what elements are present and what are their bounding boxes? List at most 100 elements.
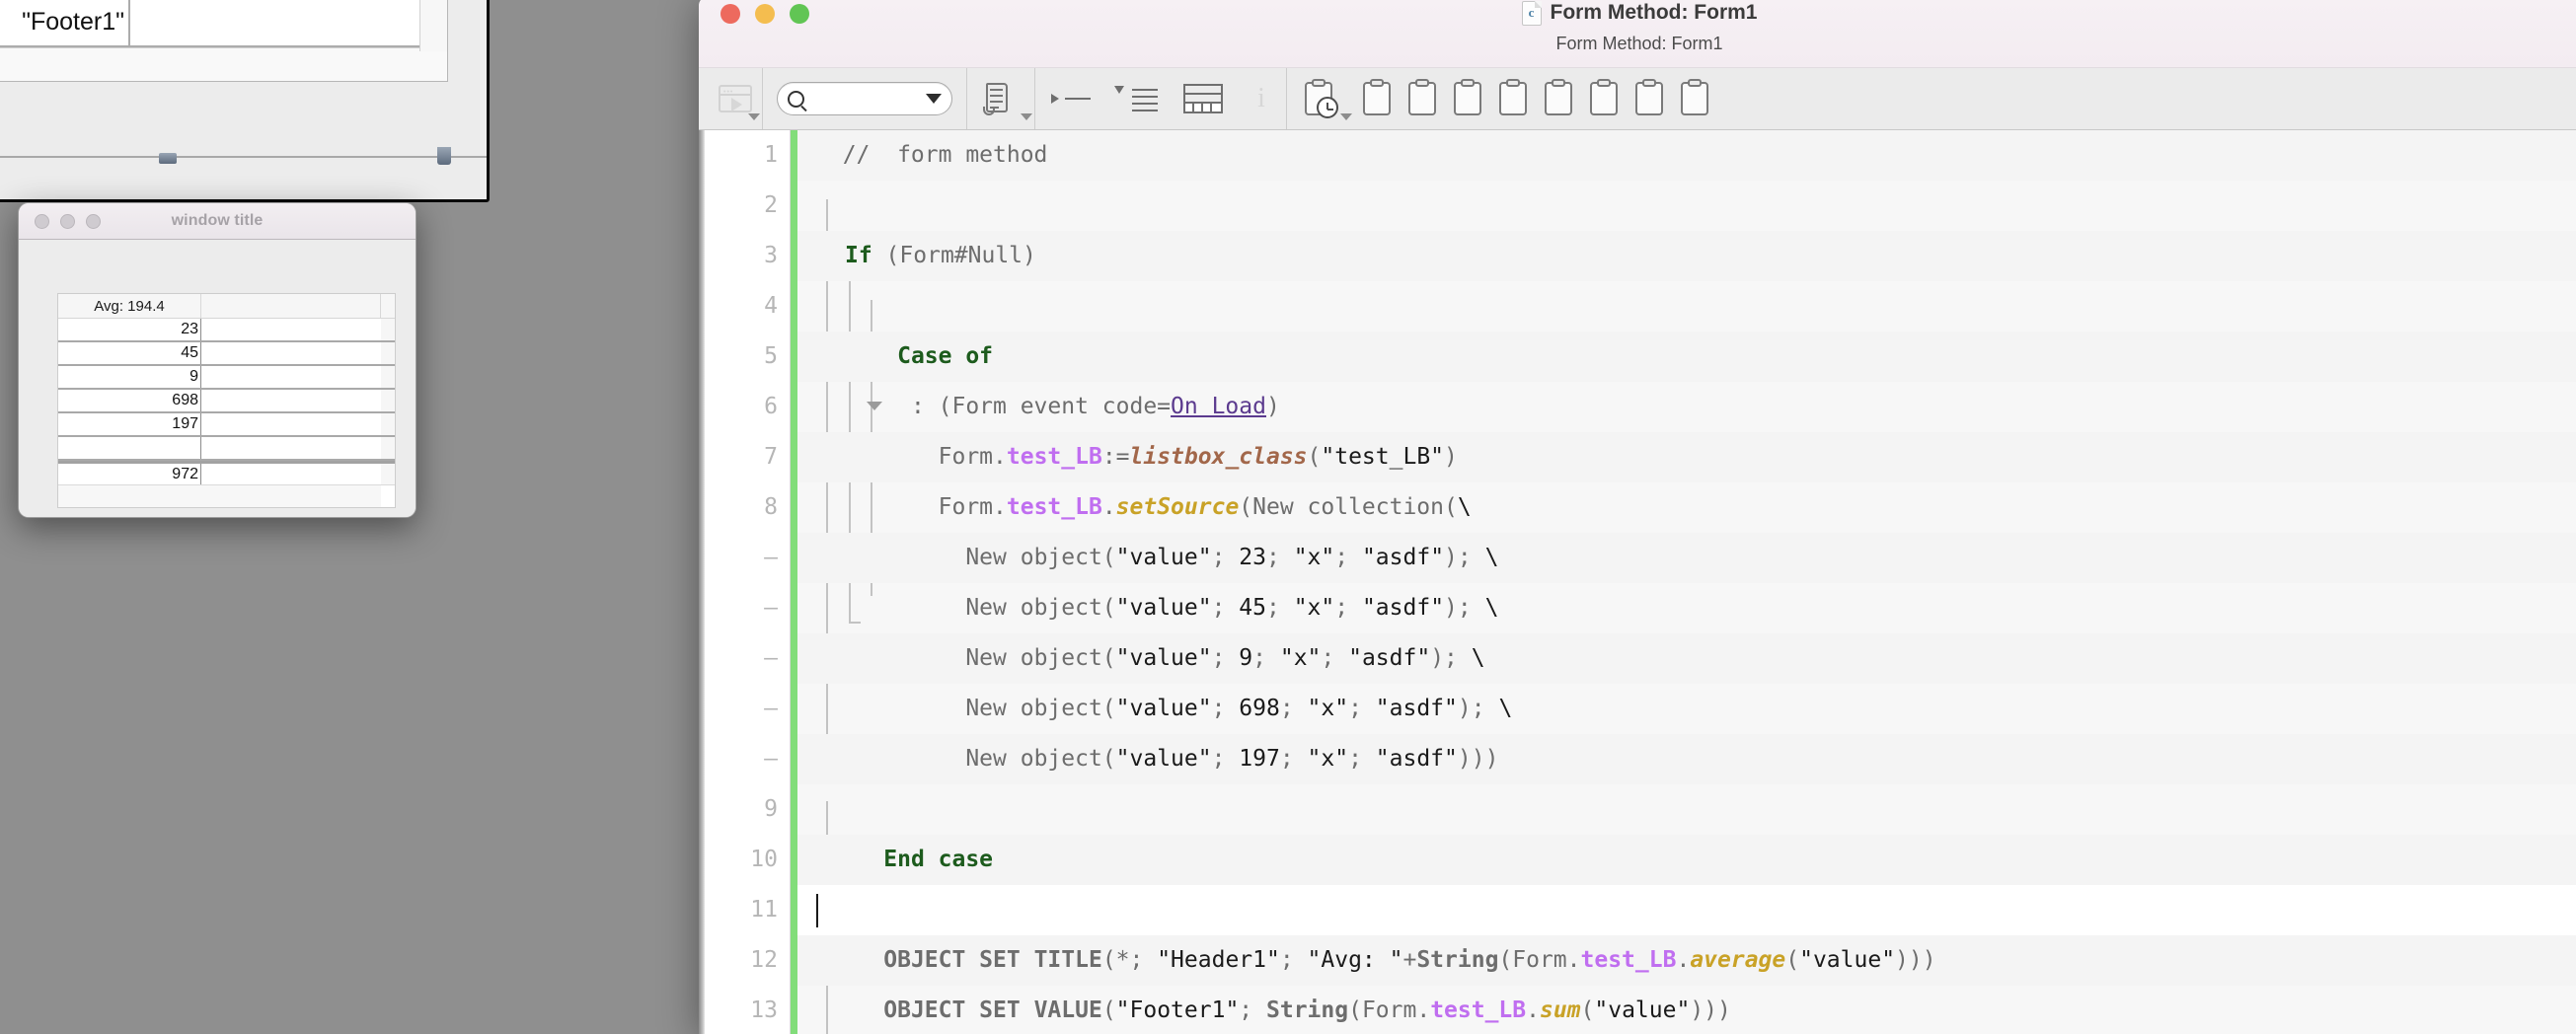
- chevron-down-icon[interactable]: [926, 94, 942, 104]
- code-editor-window[interactable]: c Form Method: Form1 Form Method: Form1 …: [699, 0, 2576, 1034]
- clipboard-slot-4[interactable]: [1490, 68, 1536, 129]
- listbox-header-row[interactable]: Avg: 194.4: [58, 294, 395, 319]
- listbox-header-col1[interactable]: Avg: 194.4: [58, 294, 201, 318]
- runtime-window-titlebar[interactable]: window title: [19, 203, 416, 240]
- clipboard-slot-7[interactable]: [1627, 68, 1672, 129]
- code-line-6[interactable]: : (Form event code=On Load): [797, 382, 2576, 432]
- list-item[interactable]: 698: [58, 390, 395, 413]
- run-form-button[interactable]: •••: [709, 68, 762, 129]
- text-cursor: [816, 894, 818, 927]
- line-number: –: [699, 633, 790, 684]
- row-scroll-gutter: [381, 342, 395, 364]
- code-line-3[interactable]: If (Form#Null): [797, 231, 2576, 281]
- form-editor-canvas[interactable]: "Footer1": [0, 0, 487, 158]
- cell-x: [201, 437, 381, 459]
- code-line-10[interactable]: End case: [797, 835, 2576, 885]
- clipboard-icon: [1363, 82, 1391, 115]
- clipboard-icon: [1681, 82, 1708, 115]
- list-item[interactable]: 9: [58, 366, 395, 390]
- clipboard-slot-8[interactable]: [1672, 68, 1717, 129]
- form-editor-statusbar: [0, 156, 487, 199]
- clipboard-history-button[interactable]: [1287, 68, 1354, 129]
- code-line-9[interactable]: [797, 784, 2576, 835]
- list-item[interactable]: [58, 437, 395, 461]
- footer-cell-value: 972: [58, 464, 201, 484]
- code-line-2[interactable]: [797, 181, 2576, 231]
- line-number-gutter[interactable]: 1 2 3 4 5 6 7 8 – – – – – 9 10 11 12 13 …: [699, 130, 791, 1034]
- toolbar-group-fold[interactable]: i: [1035, 68, 1286, 129]
- gutter-shadow: [699, 130, 705, 1034]
- row-scroll-gutter: [381, 390, 395, 411]
- code-window-titlebar[interactable]: c Form Method: Form1 Form Method: Form1: [699, 0, 2576, 68]
- cell-x: [201, 413, 381, 435]
- clipboard-slot-6[interactable]: [1581, 68, 1627, 129]
- fields-button[interactable]: [1170, 68, 1237, 129]
- cell-x: [201, 319, 381, 340]
- code-window-title-row: c Form Method: Form1: [699, 0, 2576, 27]
- code-line-5[interactable]: Case of: [797, 332, 2576, 382]
- line-number: 11: [699, 885, 790, 935]
- chevron-down-icon[interactable]: [1340, 113, 1352, 120]
- clipboard-slot-3[interactable]: [1445, 68, 1490, 129]
- code-line-12[interactable]: OBJECT SET TITLE(*; "Header1"; "Avg: "+S…: [797, 935, 2576, 986]
- macros-button[interactable]: [967, 68, 1034, 129]
- code-line-8e[interactable]: New object("value"; 197; "x"; "asdf"))): [797, 734, 2576, 784]
- code-text-body[interactable]: // form method If (Form#Null) Case of : …: [797, 130, 2576, 1034]
- code-editor-toolbar[interactable]: •••: [699, 68, 2576, 130]
- clipboard-slot-2[interactable]: [1400, 68, 1445, 129]
- search-input[interactable]: [810, 90, 926, 109]
- code-line-8d[interactable]: New object("value"; 698; "x"; "asdf"); \: [797, 684, 2576, 734]
- line-number: 2: [699, 181, 790, 231]
- row-scroll-gutter: [381, 437, 395, 459]
- clipboard-history-icon: [1305, 82, 1332, 115]
- code-line-4[interactable]: [797, 281, 2576, 332]
- code-line-11[interactable]: [797, 885, 2576, 935]
- listbox-empty-area: [58, 484, 395, 507]
- code-line-1[interactable]: // form method: [797, 130, 2576, 181]
- search-icon: [788, 91, 804, 108]
- code-line-13[interactable]: OBJECT SET VALUE("Footer1"; String(Form.…: [797, 986, 2576, 1034]
- form-editor-window[interactable]: "Footer1": [0, 0, 490, 202]
- toolbar-group-run[interactable]: •••: [699, 68, 762, 129]
- toolbar-group-macros[interactable]: [967, 68, 1034, 129]
- listbox-footer-row[interactable]: 972: [58, 461, 395, 484]
- code-line-8b[interactable]: New object("value"; 45; "x"; "asdf"); \: [797, 583, 2576, 633]
- chevron-down-icon[interactable]: [1021, 113, 1032, 120]
- line-number: 13: [699, 986, 790, 1034]
- clipboard-icon: [1635, 82, 1663, 115]
- line-number: –: [699, 734, 790, 784]
- list-item[interactable]: 45: [58, 342, 395, 366]
- runtime-form-window[interactable]: window title Avg: 194.4 23 45 9: [18, 202, 417, 518]
- clipboard-icon: [1408, 82, 1436, 115]
- resize-handle-bottom[interactable]: [159, 153, 177, 164]
- code-line-8a[interactable]: New object("value"; 23; "x"; "asdf"); \: [797, 533, 2576, 583]
- code-line-8c[interactable]: New object("value"; 9; "x"; "asdf"); \: [797, 633, 2576, 684]
- toolbar-group-search[interactable]: [763, 68, 966, 129]
- info-button[interactable]: i: [1237, 68, 1286, 129]
- form-editor-listbox[interactable]: "Footer1": [0, 0, 448, 82]
- page-title: Form Method: Form1: [1551, 1, 1758, 25]
- code-line-7[interactable]: Form.test_LB:=listbox_class("test_LB"): [797, 432, 2576, 482]
- line-number: 7: [699, 432, 790, 482]
- line-number: 9: [699, 784, 790, 835]
- clipboard-slot-1[interactable]: [1354, 68, 1400, 129]
- clipboard-icon: [1590, 82, 1618, 115]
- toolbar-group-clipboards[interactable]: [1287, 68, 1717, 129]
- resize-handle-corner[interactable]: [437, 147, 451, 165]
- clipboard-icon: [1545, 82, 1572, 115]
- runtime-listbox[interactable]: Avg: 194.4 23 45 9 698: [57, 293, 396, 508]
- collapse-all-button[interactable]: [1102, 68, 1170, 129]
- code-line-8[interactable]: Form.test_LB.setSource(New collection(\: [797, 482, 2576, 533]
- chevron-down-icon[interactable]: [748, 113, 760, 120]
- row-scroll-gutter: [381, 413, 395, 435]
- code-editor-area[interactable]: 1 2 3 4 5 6 7 8 – – – – – 9 10 11 12 13 …: [699, 130, 2576, 1034]
- list-item[interactable]: 23: [58, 319, 395, 342]
- search-field[interactable]: [777, 82, 952, 115]
- listbox-footer-row[interactable]: "Footer1": [0, 0, 447, 47]
- info-icon: i: [1254, 84, 1268, 113]
- clipboard-slot-5[interactable]: [1536, 68, 1581, 129]
- listbox-vertical-scrollbar[interactable]: [419, 0, 447, 51]
- listbox-header-col2[interactable]: [201, 294, 381, 318]
- expand-all-button[interactable]: [1035, 68, 1102, 129]
- list-item[interactable]: 197: [58, 413, 395, 437]
